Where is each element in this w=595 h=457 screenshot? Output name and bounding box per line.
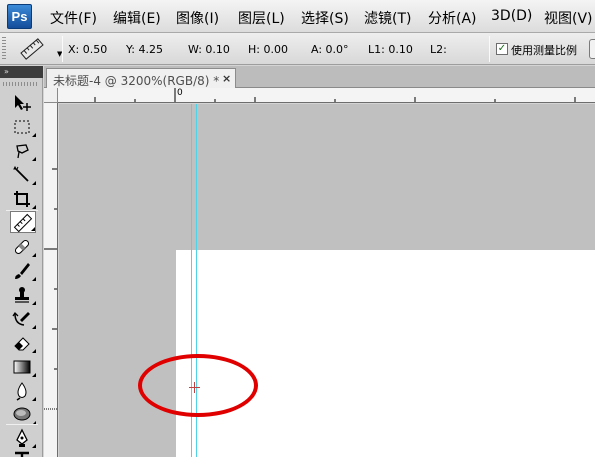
type-tool-button[interactable]: [10, 448, 36, 457]
toolbox-collapse-button[interactable]: »: [0, 66, 43, 78]
history-brush-button[interactable]: [10, 308, 36, 330]
use-measurement-scale-label: 使用测量比例: [511, 44, 577, 57]
use-measurement-scale-checkbox[interactable]: ✓: [496, 43, 508, 55]
vertical-ruler[interactable]: [44, 103, 58, 457]
history-brush-icon: [12, 311, 30, 326]
options-divider: [62, 36, 63, 62]
blur-tool-icon: [16, 382, 27, 401]
menu-view[interactable]: 视图(V): [544, 8, 593, 28]
gradient-tool-button[interactable]: [10, 356, 36, 378]
clone-stamp-button[interactable]: [10, 284, 36, 306]
ruler-origin-corner[interactable]: [44, 88, 58, 103]
toolbox-divider: [6, 424, 38, 425]
type-tool-icon: [15, 451, 29, 457]
checkmark-icon: ✓: [497, 43, 507, 54]
tool-preset-picker[interactable]: ▼: [11, 36, 62, 62]
vertical-ruler-ticks: [44, 168, 57, 410]
tool-flyout-indicator: [32, 157, 36, 161]
document-tab-title: 未标题-4 @ 3200%(RGB/8) *: [53, 74, 220, 88]
menu-layer[interactable]: 图层(L): [238, 8, 285, 28]
menu-analysis[interactable]: 分析(A): [428, 8, 477, 28]
document-canvas[interactable]: [176, 250, 595, 457]
tool-flyout-indicator: [31, 227, 35, 231]
ruler-origin-label: 0: [177, 88, 183, 98]
crop-tool-button[interactable]: [10, 188, 36, 210]
menu-file[interactable]: 文件(F): [50, 8, 97, 28]
horizontal-ruler-ticks: [94, 88, 576, 102]
ruler-tool-button[interactable]: [10, 211, 36, 233]
options-divider: [489, 36, 490, 62]
gradient-tool-icon: [13, 360, 31, 374]
length1-readout: L1: 0.10: [368, 43, 413, 56]
dodge-tool-button[interactable]: [10, 404, 36, 426]
toolbox: »: [0, 66, 43, 457]
menu-edit[interactable]: 编辑(E): [113, 8, 161, 28]
tool-flyout-indicator: [32, 373, 36, 377]
magic-wand-button[interactable]: [10, 164, 36, 186]
brush-tool-icon: [15, 263, 30, 279]
menu-filter[interactable]: 滤镜(T): [364, 8, 411, 28]
lasso-tool-button[interactable]: [10, 140, 36, 162]
tool-flyout-indicator: [32, 301, 36, 305]
menu-image[interactable]: 图像(I): [176, 8, 219, 28]
options-bar-grip[interactable]: [2, 37, 6, 61]
annotation-highlight-circle: [138, 354, 258, 417]
healing-brush-button[interactable]: [10, 236, 36, 258]
menu-select[interactable]: 选择(S): [301, 8, 349, 28]
horizontal-ruler[interactable]: 0: [58, 88, 595, 103]
brush-tool-button[interactable]: [10, 260, 36, 282]
ruler-icon: [20, 38, 44, 60]
tool-flyout-indicator: [32, 277, 36, 281]
eraser-tool-button[interactable]: [10, 332, 36, 354]
tool-flyout-indicator: [32, 253, 36, 257]
photoshop-logo-icon[interactable]: Ps: [7, 4, 32, 29]
canvas-area[interactable]: [59, 104, 595, 457]
tool-flyout-indicator: [32, 325, 36, 329]
blur-tool-button[interactable]: [10, 380, 36, 402]
tool-flyout-indicator: [32, 349, 36, 353]
healing-brush-icon: [14, 239, 30, 255]
move-tool-icon: [15, 95, 31, 111]
tool-flyout-indicator: [32, 397, 36, 401]
menu-bar: Ps 文件(F) 编辑(E) 图像(I) 图层(L) 选择(S) 滤镜(T) 分…: [0, 0, 595, 33]
toolbox-grip[interactable]: [3, 82, 39, 86]
height-readout: H: 0.00: [248, 43, 288, 56]
x-readout: X: 0.50: [68, 43, 108, 56]
document-tab-bar: 未标题-4 @ 3200%(RGB/8) * ×: [44, 66, 595, 88]
menu-3d[interactable]: 3D(D): [491, 8, 532, 24]
y-readout: Y: 4.25: [126, 43, 163, 56]
lasso-tool-icon: [16, 144, 29, 159]
tool-flyout-indicator: [32, 133, 36, 137]
marquee-tool-button[interactable]: [10, 116, 36, 138]
width-readout: W: 0.10: [188, 43, 230, 56]
angle-readout: A: 0.0°: [311, 43, 349, 56]
length2-readout: L2:: [430, 43, 447, 56]
tool-flyout-indicator: [32, 181, 36, 185]
dodge-tool-icon: [13, 407, 31, 421]
close-icon[interactable]: ×: [222, 72, 231, 85]
magic-wand-icon: [13, 165, 29, 182]
pen-tool-button[interactable]: [10, 427, 36, 449]
ruler-tool-icon: [13, 213, 33, 233]
straighten-button[interactable]: [589, 39, 595, 59]
eraser-tool-icon: [14, 337, 30, 351]
crop-tool-icon: [14, 191, 30, 207]
move-tool-button[interactable]: [10, 92, 36, 114]
tool-flyout-indicator: [32, 205, 36, 209]
clone-stamp-icon: [15, 287, 29, 303]
document-tab[interactable]: 未标题-4 @ 3200%(RGB/8) * ×: [46, 68, 236, 88]
options-bar: ▼ X: 0.50 Y: 4.25 W: 0.10 H: 0.00 A: 0.0…: [0, 33, 595, 65]
marquee-tool-icon: [14, 120, 30, 134]
pen-tool-icon: [16, 428, 28, 447]
